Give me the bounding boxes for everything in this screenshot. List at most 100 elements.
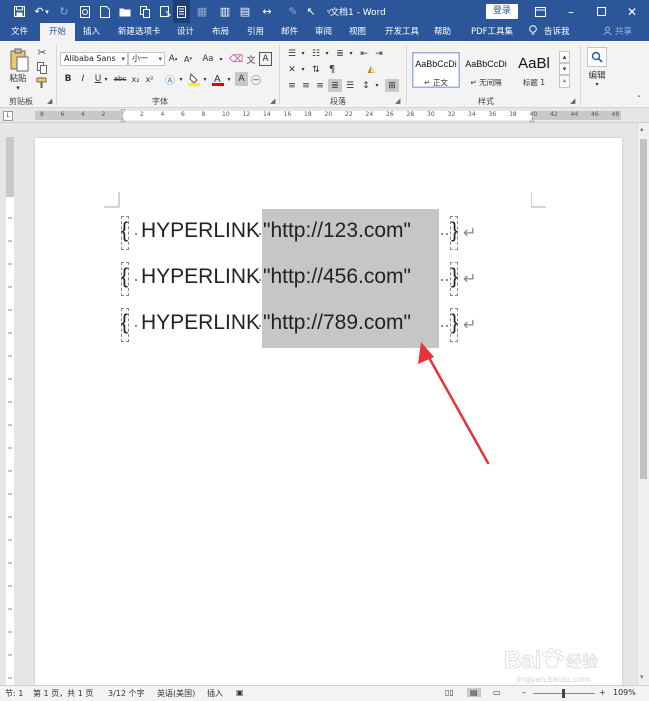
- char-border-button[interactable]: A: [259, 52, 272, 66]
- paste-button[interactable]: 粘贴: [6, 72, 30, 84]
- scroll-thumb[interactable]: [640, 139, 647, 479]
- numbering-dropdown-icon[interactable]: ▾: [323, 47, 331, 60]
- change-case-button[interactable]: Aa: [199, 52, 217, 66]
- borders-icon[interactable]: ⊞: [385, 79, 399, 92]
- chinese-layout-icon[interactable]: ✕: [285, 63, 299, 76]
- cut-icon[interactable]: ✂: [35, 46, 49, 59]
- effects-dropdown-icon[interactable]: ▾: [177, 72, 185, 86]
- tell-me-search[interactable]: 告诉我: [544, 23, 570, 41]
- tab-new-tab[interactable]: 新建选项卡: [118, 23, 161, 41]
- zoom-in-icon[interactable]: +: [599, 688, 606, 697]
- first-line-indent-marker-icon[interactable]: ▽: [119, 108, 127, 115]
- superscript-button[interactable]: x²: [143, 72, 156, 86]
- style-normal[interactable]: AaBbCcDi ↵ 正文: [412, 52, 460, 88]
- tab-insert[interactable]: 插入: [83, 23, 100, 41]
- status-section[interactable]: 节: 1: [5, 688, 23, 699]
- font-name-combo[interactable]: Alibaba Sans ▾: [60, 52, 128, 66]
- editing-dropdown-icon[interactable]: ▾: [591, 80, 603, 88]
- tab-selector[interactable]: L: [3, 111, 13, 121]
- bold-button[interactable]: B: [62, 72, 74, 86]
- highlight-dropdown-icon[interactable]: ▾: [201, 72, 209, 86]
- share-button[interactable]: 共享: [615, 23, 632, 41]
- status-language[interactable]: 英语(美国): [157, 688, 195, 699]
- save-icon[interactable]: [10, 0, 28, 23]
- chinese-layout-dropdown-icon[interactable]: ▾: [299, 63, 307, 76]
- grow-font-button[interactable]: A ▴: [166, 52, 180, 66]
- show-marks-icon[interactable]: ¶: [325, 63, 339, 76]
- horizontal-ruler[interactable]: 8 6 4 2 2 4 6 8 10 12 14 16 18 20 22 24 26 28 30 32 34 36 38 40…: [0, 108, 649, 123]
- phonetic-guide-icon[interactable]: 文: [244, 52, 258, 66]
- font-color-icon[interactable]: A: [211, 72, 225, 86]
- print-layout-icon[interactable]: ▤: [467, 688, 481, 697]
- web-layout-icon[interactable]: ▭: [493, 688, 501, 697]
- styles-scroll-up-icon[interactable]: ▴: [559, 51, 570, 63]
- maximize-icon[interactable]: [586, 0, 616, 23]
- tab-view[interactable]: 视图: [349, 23, 366, 41]
- tab-references[interactable]: 引用: [247, 23, 264, 41]
- scroll-up-icon[interactable]: ▴: [640, 125, 644, 133]
- shrink-font-button[interactable]: A ▾: [181, 52, 195, 66]
- document-view-icon[interactable]: [173, 0, 190, 23]
- bullets-dropdown-icon[interactable]: ▾: [299, 47, 307, 60]
- underline-dropdown-icon[interactable]: ▾: [102, 72, 110, 86]
- paste-icon[interactable]: [8, 47, 30, 73]
- spacing-icon[interactable]: ↔: [258, 0, 276, 23]
- lightbulb-icon[interactable]: [529, 23, 537, 41]
- ribbon-display-options-icon[interactable]: [525, 0, 555, 23]
- font-launcher-icon[interactable]: ◢: [270, 97, 275, 105]
- document-page[interactable]: { HYPERLINK "http://123.com" } ↵ { HYPER…: [35, 138, 622, 685]
- char-shading-icon[interactable]: A: [235, 72, 248, 86]
- select-cursor-icon[interactable]: ↖: [302, 0, 320, 23]
- justify-icon[interactable]: ≣: [328, 79, 342, 92]
- styles-more-icon[interactable]: ⩡: [559, 75, 570, 88]
- vertical-scrollbar[interactable]: ▴ ▾: [637, 123, 649, 685]
- right-indent-marker-icon[interactable]: △: [528, 115, 536, 123]
- tab-layout[interactable]: 布局: [212, 23, 229, 41]
- search-icon[interactable]: [587, 47, 607, 67]
- tab-mailings[interactable]: 邮件: [281, 23, 298, 41]
- bullets-icon[interactable]: ☰: [285, 47, 299, 60]
- line-spacing-icon[interactable]: ↕: [359, 79, 373, 92]
- zoom-level[interactable]: 109%: [613, 688, 636, 697]
- undo-dropdown-icon[interactable]: ▾: [42, 0, 52, 23]
- strikethrough-button[interactable]: abc: [112, 72, 128, 86]
- styles-scroll-down-icon[interactable]: ▾: [559, 63, 570, 75]
- close-icon[interactable]: ✕: [617, 0, 647, 23]
- zoom-slider-thumb[interactable]: [562, 689, 565, 698]
- zoom-out-icon[interactable]: –: [522, 688, 526, 697]
- subscript-button[interactable]: x₂: [129, 72, 142, 86]
- print-preview-icon[interactable]: [76, 0, 94, 23]
- font-size-combo[interactable]: 小一 ▾: [128, 52, 165, 66]
- styles-launcher-icon[interactable]: ◢: [570, 97, 575, 105]
- columns-icon[interactable]: ▥: [216, 0, 234, 23]
- line-spacing-dropdown-icon[interactable]: ▾: [373, 79, 381, 92]
- multilevel-dropdown-icon[interactable]: ▾: [347, 47, 355, 60]
- decrease-indent-icon[interactable]: ⇤: [357, 47, 371, 60]
- tab-home[interactable]: 开始: [40, 23, 75, 41]
- format-painter-icon[interactable]: [35, 76, 49, 89]
- font-color-dropdown-icon[interactable]: ▾: [225, 72, 233, 86]
- sort-icon[interactable]: ⇅: [309, 63, 323, 76]
- increase-indent-icon[interactable]: ⇥: [372, 47, 386, 60]
- status-insert-mode[interactable]: 插入: [207, 688, 223, 699]
- enclose-chars-icon[interactable]: ㊀: [249, 72, 263, 87]
- hanging-indent-marker-icon[interactable]: △: [119, 115, 127, 123]
- copy-format-icon[interactable]: [35, 61, 49, 74]
- read-mode-icon[interactable]: ▯▯: [445, 688, 454, 697]
- status-page[interactable]: 第 1 页，共 1 页: [33, 688, 93, 699]
- align-center-icon[interactable]: ≡: [299, 79, 313, 92]
- login-button[interactable]: 登录: [486, 4, 518, 19]
- scroll-down-icon[interactable]: ▾: [640, 673, 644, 681]
- collapse-ribbon-icon[interactable]: ˄: [633, 94, 645, 104]
- paste-dropdown-icon[interactable]: ▾: [12, 84, 24, 92]
- minimize-icon[interactable]: –: [556, 0, 586, 23]
- tab-help[interactable]: 帮助: [434, 23, 451, 41]
- vertical-ruler[interactable]: [0, 123, 18, 685]
- page-layout-icon[interactable]: ▤: [236, 0, 254, 23]
- case-dropdown-icon[interactable]: ▾: [217, 52, 225, 66]
- clipboard-launcher-icon[interactable]: ◢: [47, 97, 52, 105]
- align-left-icon[interactable]: ≡: [285, 79, 299, 92]
- paragraph-launcher-icon[interactable]: ◢: [395, 97, 400, 105]
- align-right-icon[interactable]: ≡: [313, 79, 327, 92]
- distributed-icon[interactable]: ☰: [343, 79, 357, 92]
